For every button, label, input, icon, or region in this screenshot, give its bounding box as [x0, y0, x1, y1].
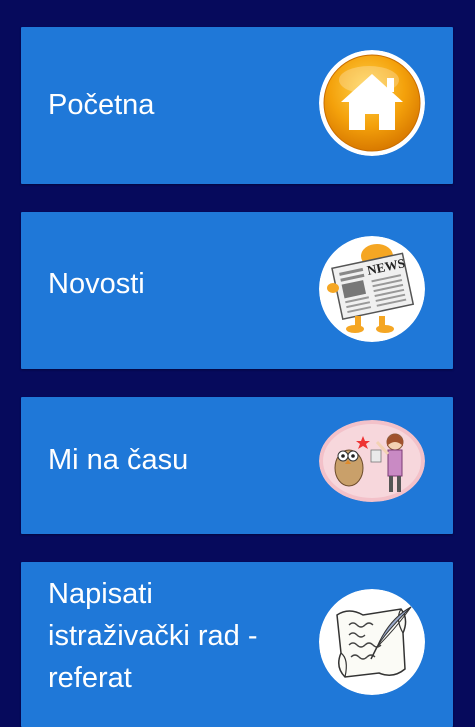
main-menu: Početna Novosti NEWS Mi na času Napisati…	[0, 0, 475, 727]
home-icon	[319, 50, 425, 156]
menu-item-label: Početna	[48, 89, 155, 121]
quill-manuscript-icon	[319, 589, 425, 695]
menu-item-label: Napisati istraživački rad - referat	[48, 578, 258, 694]
classroom-icon	[319, 420, 425, 502]
menu-item-pocetna[interactable]: Početna	[21, 27, 453, 184]
newspaper-icon: NEWS	[319, 236, 425, 342]
menu-item-istrazivacki-rad[interactable]: Napisati istraživački rad - referat	[21, 562, 453, 727]
menu-item-mi-na-casu[interactable]: Mi na času	[21, 397, 453, 534]
menu-item-label: Novosti	[48, 268, 145, 300]
menu-item-label: Mi na času	[48, 444, 189, 476]
menu-item-novosti[interactable]: Novosti NEWS	[21, 212, 453, 369]
